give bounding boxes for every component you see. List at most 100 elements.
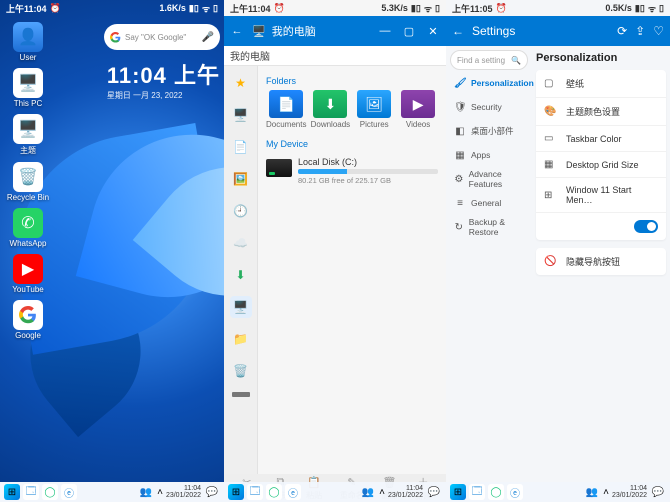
signal-icon: ▮▯ [411,3,421,14]
cat-general[interactable]: ≡General [450,192,528,214]
drive-usage-bar [298,169,438,174]
desktop-icon-this-pc[interactable]: 🖥️ This PC [6,68,50,108]
toggle-on-icon[interactable] [634,220,658,233]
settings-title: Settings [472,24,515,38]
sidebar-folder-icon[interactable]: 📁 [230,328,252,350]
address-bar[interactable]: 我的电脑 [224,46,446,66]
taskbar-people-icon[interactable]: 👥 [360,484,376,500]
taskbar-clock[interactable]: 11:0423/01/2022 [612,485,647,499]
taskbar[interactable]: ⊞ 🗔 ◯ ⓔ 👥 ˄ 11:0423/01/2022 💬 [224,482,446,502]
youtube-icon: ▶ [13,254,43,284]
mic-icon[interactable]: 🎤 [202,32,214,43]
folder-downloads[interactable]: ⬇ Downloads [310,90,350,129]
start-button[interactable]: ⊞ [450,484,466,500]
folder-pictures[interactable]: 🖼 Pictures [354,90,394,129]
row-wallpaper[interactable]: ▢壁纸 [536,70,666,98]
desktop-icon-drive[interactable]: 🖥️ 主题 [6,114,50,156]
maximize-button[interactable]: ▢ [400,22,418,40]
sidebar-thispc-icon[interactable]: 🖥️ [230,296,252,318]
palette-icon: 🎨 [544,106,558,117]
row-hide-nav[interactable]: 🚫隐藏导航按钮 [536,248,666,275]
back-button[interactable]: ← [452,24,464,38]
taskbar[interactable]: ⊞ 🗔 ◯ ⓔ 👥 ˄ 11:0423/01/2022 💬 [446,482,670,502]
taskbar-people-icon[interactable]: 👥 [584,484,600,500]
cat-apps[interactable]: ▦Apps [450,144,528,166]
cat-personalization[interactable]: 🖌Personalization [450,72,528,94]
taskbar-chat-icon[interactable]: ◯ [488,484,504,500]
wifi-icon: ᯤ [648,2,656,15]
sidebar-cloud-icon[interactable]: ☁️ [230,232,252,254]
taskbar-notification-icon[interactable]: 💬 [204,484,220,500]
wifi-icon: ᯤ [202,2,210,15]
taskbar-edge-icon[interactable]: ⓔ [285,484,301,500]
taskbar-chevron-up-icon[interactable]: ˄ [603,487,609,498]
close-button[interactable]: ✕ [424,22,442,40]
sidebar-recycle-icon[interactable]: 🗑️ [230,360,252,382]
desktop-icon-youtube[interactable]: ▶ YouTube [6,254,50,294]
status-net: 1.6K/s [159,3,186,13]
drive-local-c[interactable]: Local Disk (C:) 80.21 GB free of 225.17 … [266,155,438,187]
heart-icon[interactable]: ♡ [653,24,664,38]
taskbar-clock[interactable]: 11:0423/01/2022 [388,485,423,499]
google-search-widget[interactable]: Say "OK Google" 🎤 [104,24,220,50]
minimize-button[interactable]: — [376,22,394,40]
google-icon [13,300,43,330]
start-icon: ⊞ [544,190,558,201]
cat-backup[interactable]: ↻Backup & Restore [450,216,528,238]
sidebar-image-icon[interactable]: 🖼️ [230,168,252,190]
downloads-icon: ⬇ [313,90,347,118]
row-win11-start-toggle[interactable] [536,213,666,240]
cat-security[interactable]: 🛡Security [450,96,528,118]
alarm-icon: ⏰ [274,3,285,14]
row-grid-size[interactable]: ▦Desktop Grid Size [536,152,666,178]
start-button[interactable]: ⊞ [228,484,244,500]
row-win11-start[interactable]: ⊞Window 11 Start Men… [536,178,666,213]
taskbar-explorer-icon[interactable]: 🗔 [247,484,263,500]
wallpaper-icon: ▢ [544,78,558,89]
clock-widget[interactable]: 11:04 上午 星期日 一月 23, 2022 [107,58,220,101]
pictures-icon: 🖼 [357,90,391,118]
refresh-icon[interactable]: ⟳ [617,24,627,38]
taskbar-chevron-up-icon[interactable]: ˄ [157,487,163,498]
cat-advance[interactable]: ⚙Advance Features [450,168,528,190]
cat-widgets[interactable]: ◧桌面小部件 [450,120,528,142]
sidebar-clock-icon[interactable]: 🕘 [230,200,252,222]
taskbar-edge-icon[interactable]: ⓔ [61,484,77,500]
hdd-icon [266,159,292,177]
taskbar-notification-icon[interactable]: 💬 [650,484,666,500]
taskbar-chevron-up-icon[interactable]: ˄ [379,487,385,498]
folder-documents[interactable]: 📄 Documents [266,90,306,129]
settings-titlebar: ← Settings ⟳ ⇪ ♡ [446,16,670,46]
drive-icon: 🖥️ [13,114,43,144]
sidebar-handle-icon[interactable] [232,392,250,397]
phone-status-bar: 上午11:04 ⏰ 1.6K/s ▮▯ ᯤ ▯ [0,0,224,16]
monitor-icon: 🖥️ [13,68,43,98]
desktop-icon-user[interactable]: 👤 User [6,22,50,62]
settings-search[interactable]: Find a setting 🔍 [450,50,528,70]
taskbar[interactable]: ⊞ 🗔 ◯ ⓔ 👥 ˄ 11:0423/01/2022 💬 [0,482,224,502]
taskbar-explorer-icon[interactable]: 🗔 [469,484,485,500]
taskbar-people-icon[interactable]: 👥 [138,484,154,500]
taskbar-icon: ▭ [544,133,558,144]
desktop-icon-google[interactable]: Google [6,300,50,340]
start-button[interactable]: ⊞ [4,484,20,500]
taskbar-clock[interactable]: 11:0423/01/2022 [166,485,201,499]
back-button[interactable]: ← [228,22,246,40]
row-theme-color[interactable]: 🎨主题颜色设置 [536,98,666,126]
sidebar-downloads-icon[interactable]: ⬇ [230,264,252,286]
eye-off-icon: 🚫 [544,256,558,267]
taskbar-edge-icon[interactable]: ⓔ [507,484,523,500]
sidebar-favorites-icon[interactable]: ★ [230,72,252,94]
share-icon[interactable]: ⇪ [635,24,645,38]
sidebar-documents-icon[interactable]: 📄 [230,136,252,158]
desktop-icon-recycle-bin[interactable]: 🗑️ Recycle Bin [6,162,50,202]
folder-videos[interactable]: ▶ Videos [398,90,438,129]
sidebar-desktop-icon[interactable]: 🖥️ [230,104,252,126]
status-time: 上午11:04 [6,2,47,15]
row-taskbar-color[interactable]: ▭Taskbar Color [536,126,666,152]
desktop-icon-whatsapp[interactable]: ✆ WhatsApp [6,208,50,248]
taskbar-chat-icon[interactable]: ◯ [266,484,282,500]
taskbar-chat-icon[interactable]: ◯ [42,484,58,500]
taskbar-explorer-icon[interactable]: 🗔 [23,484,39,500]
taskbar-notification-icon[interactable]: 💬 [426,484,442,500]
